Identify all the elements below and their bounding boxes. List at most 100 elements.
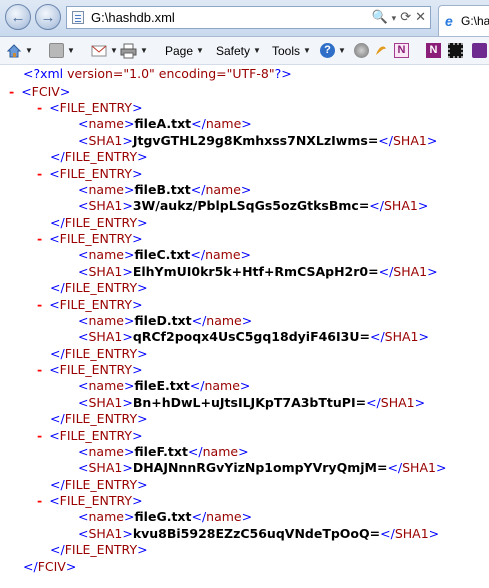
onenote-button-2[interactable]: N xyxy=(426,42,441,59)
print-dropdown-icon[interactable]: ▼ xyxy=(140,46,148,55)
addon-button-2[interactable] xyxy=(448,42,463,59)
safety-dropdown-icon: ▼ xyxy=(253,46,261,55)
sha1-hash-value: 3W/aukz/PblpLSqGs5ozGtksBmc= xyxy=(132,198,370,214)
mail-icon xyxy=(91,45,107,56)
sha1-element-line: <SHA1>ElhYmUI0kr5k+Htf+RmCSApH2r0=</SHA1… xyxy=(78,263,438,279)
file-entry-open-line: - <FILE_ENTRY> xyxy=(37,493,143,508)
home-icon xyxy=(6,43,22,57)
collapse-toggle[interactable]: - xyxy=(37,100,42,115)
addon-swirl-icon xyxy=(376,46,386,55)
onenote-icon: N xyxy=(394,43,409,58)
page-menu[interactable]: Page ▼ xyxy=(165,42,204,59)
tab-hashdb[interactable]: e G:\hashd xyxy=(438,5,489,36)
collapse-toggle[interactable]: - xyxy=(9,84,14,99)
forward-arrow-icon: → xyxy=(40,8,56,26)
home-dropdown-icon[interactable]: ▼ xyxy=(25,46,33,55)
address-bar-row: ← → G:\hashdb.xml 🔍 ▾⟳ ✕ e G:\hashd xyxy=(0,0,489,37)
tools-menu[interactable]: Tools ▼ xyxy=(272,42,311,59)
dropdown-arrow-icon[interactable]: ▾ xyxy=(392,13,397,23)
address-bar[interactable]: G:\hashdb.xml 🔍 ▾ ⟳ ✕ xyxy=(66,6,431,29)
file-name-value: fileG.txt xyxy=(134,509,192,525)
file-name-value: fileF.txt xyxy=(134,443,188,459)
tools-menu-label: Tools xyxy=(272,43,301,58)
addon-purple-icon xyxy=(472,43,487,58)
onenote-button-1[interactable]: N xyxy=(394,42,409,59)
file-entry-close-line: </FILE_ENTRY> xyxy=(50,345,148,361)
feeds-dropdown-icon[interactable]: ▼ xyxy=(67,46,75,55)
file-entry-close-line: </FILE_ENTRY> xyxy=(50,411,148,427)
collapse-toggle[interactable]: - xyxy=(37,297,42,312)
collapse-toggle[interactable]: - xyxy=(37,428,42,443)
name-element-line: <name>fileB.txt</name> xyxy=(78,181,252,197)
root-close-line: </FCIV> xyxy=(23,558,77,574)
sha1-element-line: <SHA1>qRCf2poqx4UsC5gq18dyiF46I3U=</SHA1… xyxy=(78,329,429,345)
page-dropdown-icon: ▼ xyxy=(196,46,204,55)
safety-menu-label: Safety xyxy=(216,43,251,58)
file-name-value: fileD.txt xyxy=(134,312,192,328)
read-mail-button[interactable]: ▼ xyxy=(91,42,118,59)
page-menu-label: Page xyxy=(165,43,194,58)
sha1-element-line: <SHA1>3W/aukz/PblpLSqGs5ozGtksBmc=</SHA1… xyxy=(78,198,429,214)
safety-menu[interactable]: Safety ▼ xyxy=(216,42,261,59)
sha1-element-line: <SHA1>Bn+hDwL+uJtsILJKpT7A3bTtuPI=</SHA1… xyxy=(78,394,426,410)
sha1-element-line: <SHA1>DHAJNnnRGvYizNp1ompYVryQmjM=</SHA1… xyxy=(78,460,447,476)
sha1-element-line: <SHA1>kvu8Bi5928EZzC56uqVNdeTpOoQ=</SHA1… xyxy=(78,525,440,541)
file-entry-open-line: - <FILE_ENTRY> xyxy=(37,362,143,377)
sha1-element-line: <SHA1>JtgvGTHL29g8Kmhxss7NXLzIwms=</SHA1… xyxy=(78,132,438,148)
sha1-hash-value: ElhYmUI0kr5k+Htf+RmCSApH2r0= xyxy=(132,263,379,279)
file-name-value: fileE.txt xyxy=(134,378,190,394)
refresh-icon[interactable]: ⟳ xyxy=(400,9,411,24)
name-element-line: <name>fileG.txt</name> xyxy=(78,509,253,525)
file-entry-open-line: - <FILE_ENTRY> xyxy=(37,231,143,246)
file-entry-close-line: </FILE_ENTRY> xyxy=(50,542,148,558)
file-entry-open-line: - <FILE_ENTRY> xyxy=(37,427,143,443)
file-name-value: fileA.txt xyxy=(134,116,192,132)
stop-icon[interactable]: ✕ xyxy=(415,9,426,24)
file-entry-open-line: - <FILE_ENTRY> xyxy=(37,100,143,115)
tools-dropdown-icon: ▼ xyxy=(303,46,311,55)
collapse-toggle[interactable]: - xyxy=(37,166,42,181)
collapse-toggle[interactable]: - xyxy=(37,362,42,377)
help-icon: ? xyxy=(320,43,335,58)
feeds-button[interactable]: ▼ xyxy=(49,42,75,59)
page-icon xyxy=(72,11,84,24)
sha1-hash-value: DHAJNnnRGvYizNp1ompYVryQmjM= xyxy=(132,460,388,476)
search-icon[interactable]: 🔍 xyxy=(371,9,387,24)
file-name-value: fileB.txt xyxy=(134,181,191,197)
file-name-value: fileC.txt xyxy=(134,247,191,263)
mail-dropdown-icon[interactable]: ▼ xyxy=(110,46,118,55)
command-bar: ▼ ▼ ▼ ▼ Page ▼ Safety ▼ Tools ▼ ? ▼ N N xyxy=(0,37,489,65)
address-text[interactable]: G:\hashdb.xml xyxy=(91,10,175,25)
sha1-hash-value: Bn+hDwL+uJtsILJKpT7A3bTtuPI= xyxy=(132,394,367,410)
addon-button-1[interactable] xyxy=(373,42,389,59)
tab-title: G:\hashd xyxy=(461,14,489,28)
collapse-toggle[interactable]: - xyxy=(37,493,42,508)
forward-button[interactable]: → xyxy=(35,4,61,30)
file-entry-open-line: - <FILE_ENTRY> xyxy=(37,165,143,181)
name-element-line: <name>fileF.txt</name> xyxy=(78,443,249,459)
sha1-hash-value: qRCf2poqx4UsC5gq18dyiF46I3U= xyxy=(132,329,370,345)
file-entry-close-line: </FILE_ENTRY> xyxy=(50,149,148,165)
help-dropdown-icon[interactable]: ▼ xyxy=(338,46,346,55)
print-button[interactable]: ▼ xyxy=(120,42,148,59)
name-element-line: <name>fileD.txt</name> xyxy=(78,312,253,328)
help-button[interactable]: ? ▼ xyxy=(320,42,346,59)
back-button[interactable]: ← xyxy=(5,4,31,30)
name-element-line: <name>fileE.txt</name> xyxy=(78,378,251,394)
file-entry-open-line: - <FILE_ENTRY> xyxy=(37,296,143,312)
research-icon xyxy=(354,43,369,58)
file-entry-close-line: </FILE_ENTRY> xyxy=(50,280,148,296)
addon-button-3[interactable] xyxy=(472,42,487,59)
sha1-hash-value: kvu8Bi5928EZzC56uqVNdeTpOoQ= xyxy=(132,525,381,541)
home-button[interactable]: ▼ xyxy=(6,42,33,59)
file-entry-close-line: </FILE_ENTRY> xyxy=(50,476,148,492)
collapse-toggle[interactable]: - xyxy=(37,231,42,246)
file-entry-close-line: </FILE_ENTRY> xyxy=(50,214,148,230)
name-element-line: <name>fileC.txt</name> xyxy=(78,247,252,263)
name-element-line: <name>fileA.txt</name> xyxy=(78,116,252,132)
sha1-hash-value: JtgvGTHL29g8Kmhxss7NXLzIwms= xyxy=(132,132,379,148)
rss-feed-icon xyxy=(49,43,64,58)
research-button[interactable] xyxy=(354,42,369,59)
onenote-icon-2: N xyxy=(426,43,441,58)
ie-icon: e xyxy=(445,13,453,29)
